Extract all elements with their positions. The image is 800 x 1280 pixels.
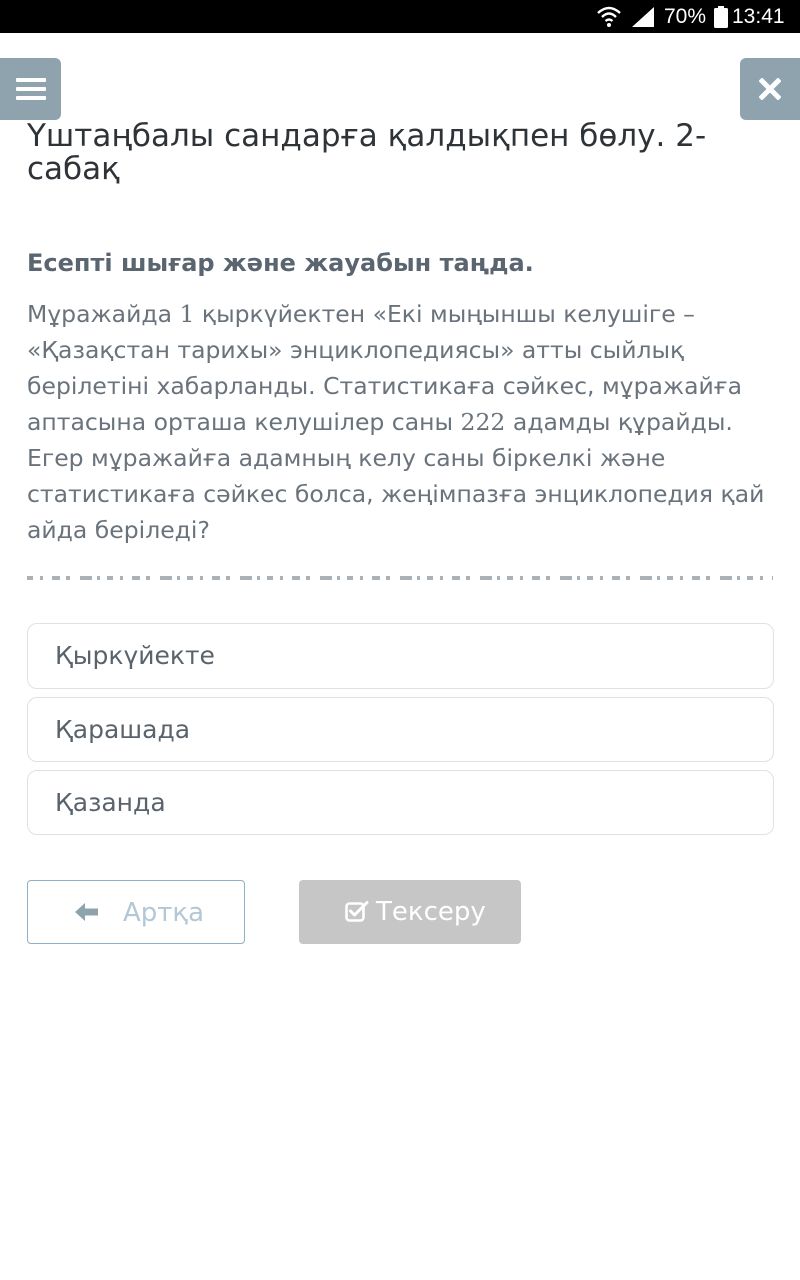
close-icon <box>759 78 781 100</box>
answer-option-label: Қыркүйекте <box>55 641 215 670</box>
check-button-label: Тексеру <box>376 897 486 927</box>
clock: 13:41 <box>732 5 785 28</box>
answer-option-label: Қазанда <box>55 788 166 817</box>
answer-option-1[interactable]: Қыркүйекте <box>27 623 774 689</box>
battery-icon <box>714 6 728 28</box>
check-button[interactable]: Тексеру <box>299 880 521 944</box>
hamburger-menu-icon <box>15 78 46 100</box>
wifi-icon <box>597 6 621 27</box>
answer-option-3[interactable]: Қазанда <box>27 770 774 835</box>
question-number: 222 <box>460 408 506 436</box>
question-number: 1 <box>179 300 195 328</box>
question-text: Мұражайда 1 қыркүйектен «Екі мыңыншы кел… <box>27 296 777 548</box>
back-button[interactable]: Артқа <box>27 880 245 944</box>
signal-icon <box>632 7 654 27</box>
page-title: Үштаңбалы сандарға қалдықпен бөлу. 2-саб… <box>27 118 707 187</box>
menu-button[interactable] <box>0 58 61 120</box>
arrow-left-icon <box>75 903 98 921</box>
separator-dashes <box>27 576 773 580</box>
answer-option-2[interactable]: Қарашада <box>27 697 774 762</box>
battery-percent: 70% <box>664 5 707 28</box>
question-part: Мұражайда <box>27 300 180 328</box>
back-button-label: Артқа <box>123 898 205 928</box>
check-square-icon <box>345 901 369 922</box>
answer-option-label: Қарашада <box>55 715 191 744</box>
instruction-text: Есепті шығар және жауабын таңда. <box>27 249 534 277</box>
status-bar: 70% 13:41 <box>0 0 800 33</box>
close-button[interactable] <box>740 58 800 120</box>
